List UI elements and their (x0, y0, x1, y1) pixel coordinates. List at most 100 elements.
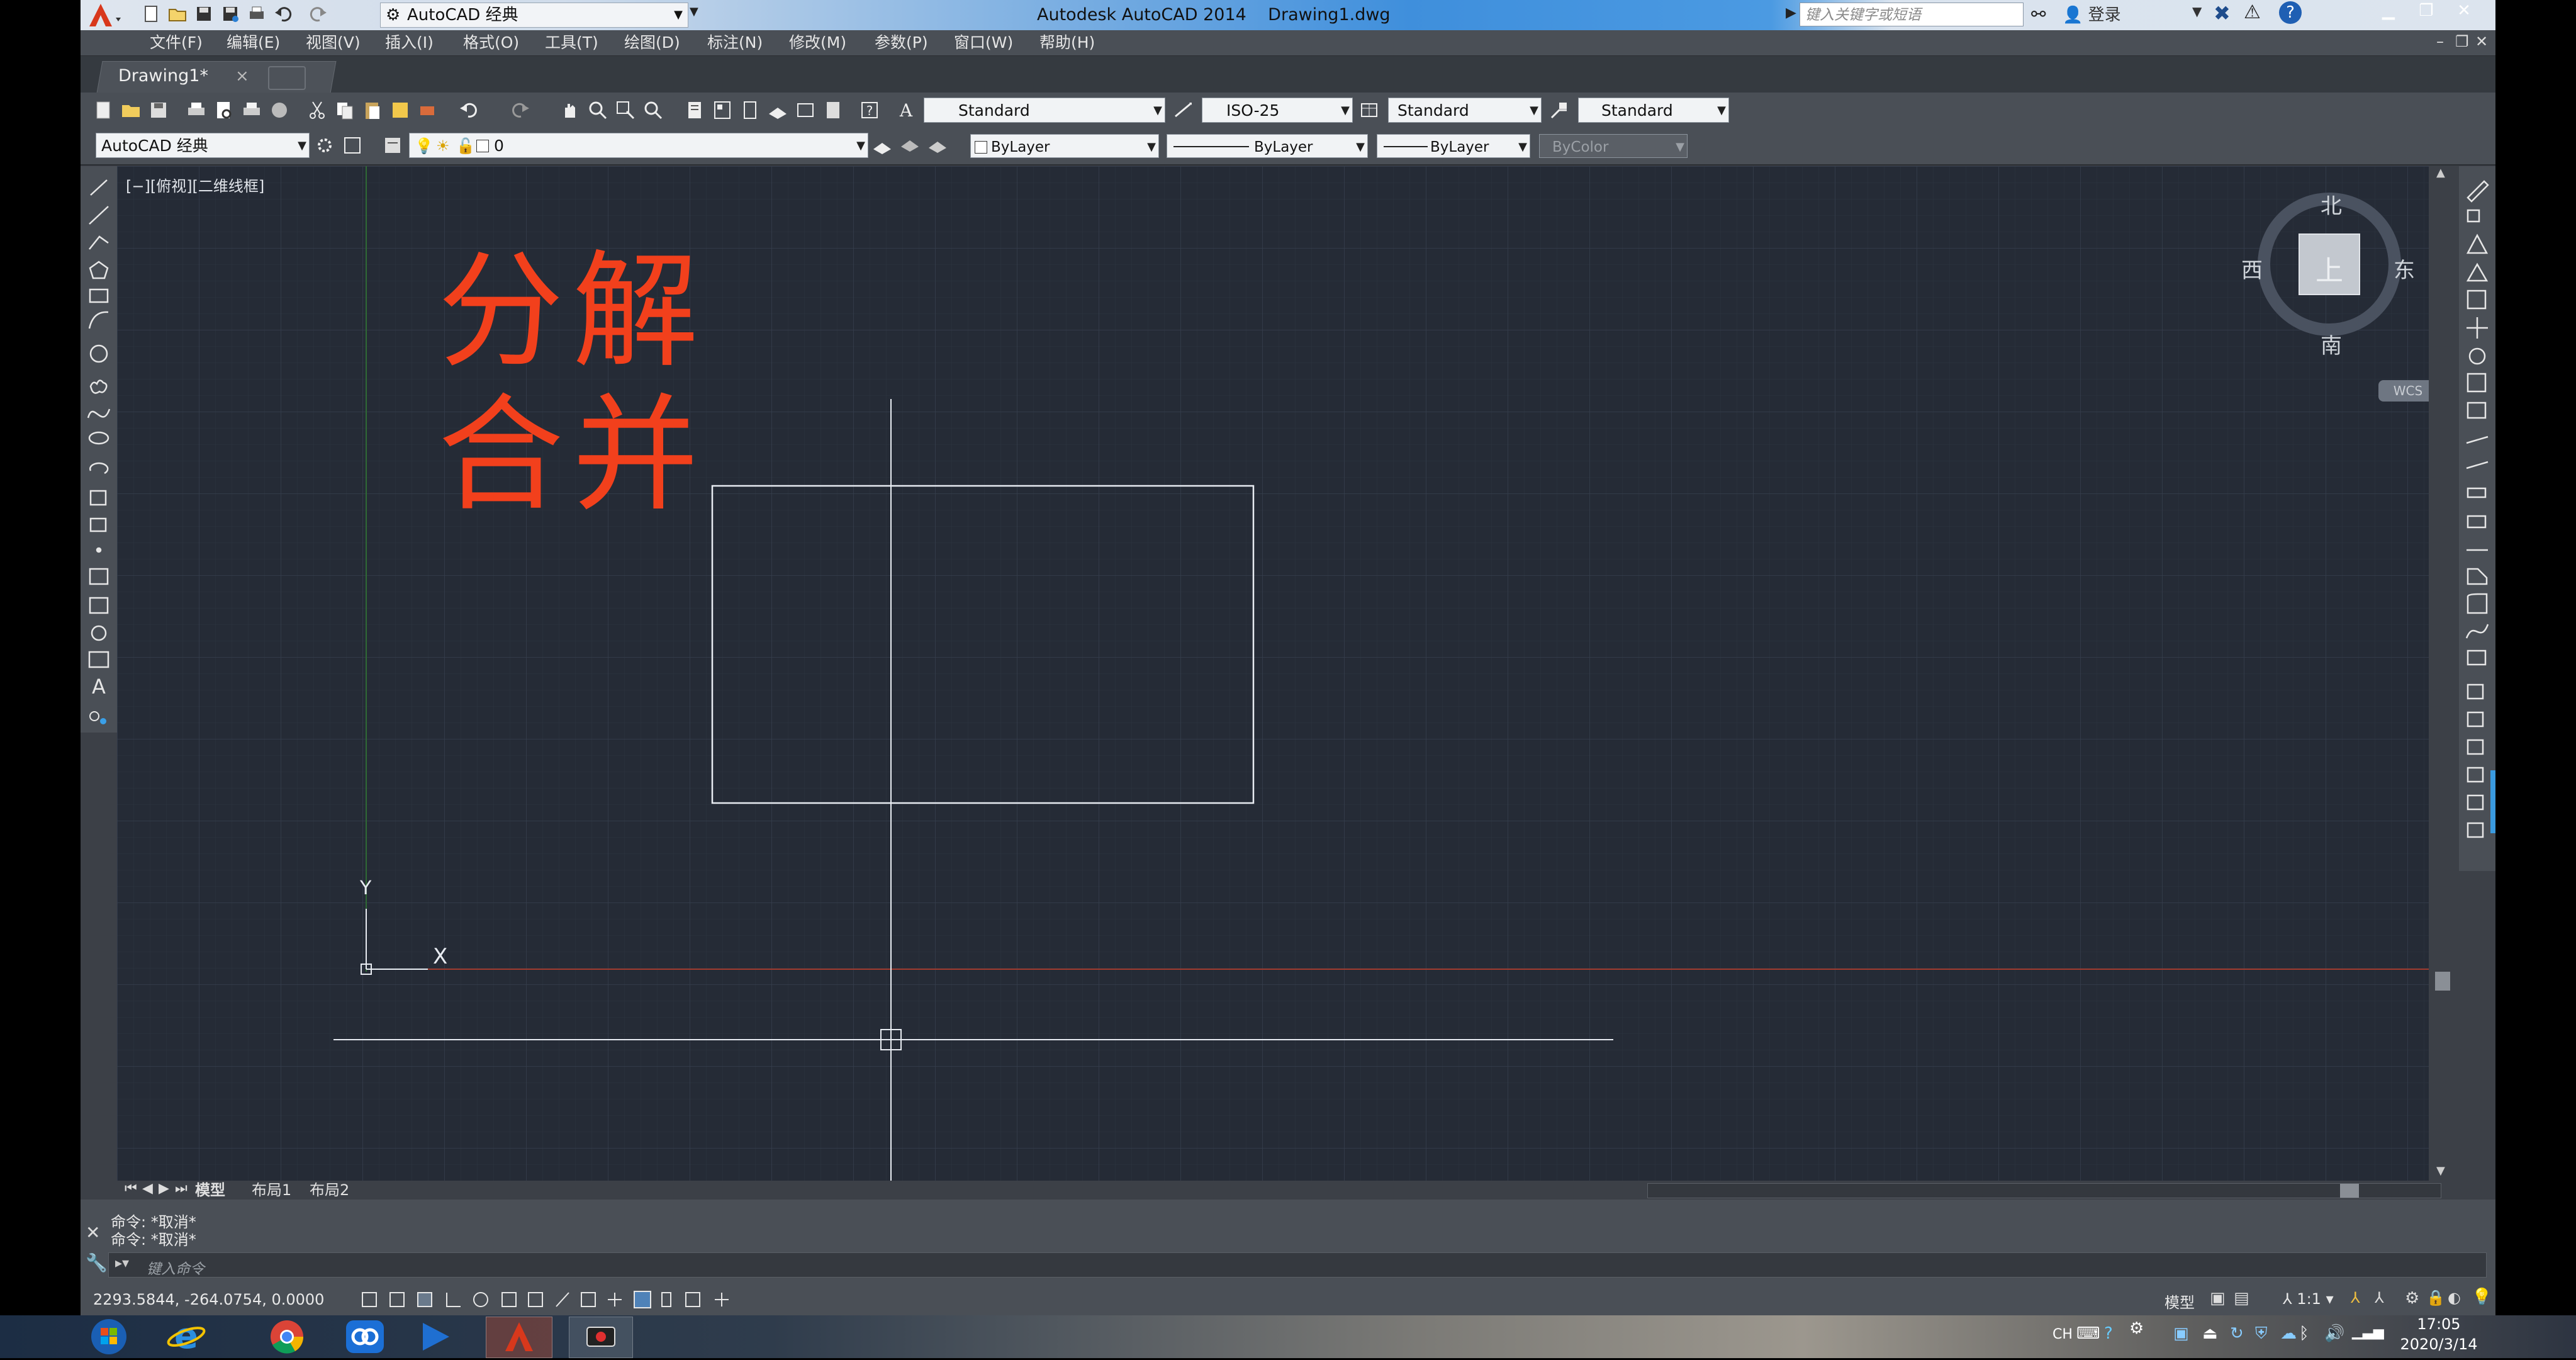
workspace-switch-icon[interactable]: ⚙ (2405, 1289, 2419, 1308)
workspace-toolbar-dropdown[interactable]: AutoCAD 经典 ▼ (96, 133, 310, 158)
search-expand-icon[interactable]: ▶ (1786, 5, 1796, 21)
plot-preview-icon[interactable] (213, 99, 235, 121)
chrome-icon[interactable] (262, 1317, 312, 1357)
menu-view[interactable]: 视图(V) (306, 30, 361, 55)
minimize-button[interactable]: ▁ (2371, 0, 2406, 23)
new-tab-button[interactable] (268, 66, 306, 90)
scroll-down-icon[interactable]: ▼ (2436, 1164, 2445, 1177)
undo-icon[interactable] (273, 4, 293, 24)
compass-west[interactable]: 西 (2241, 253, 2263, 284)
workspace-settings-icon[interactable] (313, 134, 336, 157)
tool-palettes-icon[interactable] (739, 99, 761, 121)
model-space-toggle[interactable]: 模型 (2164, 1290, 2195, 1312)
hardware-accel-icon[interactable]: ◐ (2448, 1289, 2461, 1307)
menu-format[interactable]: 格式(O) (463, 30, 519, 55)
signal-icon[interactable]: ▁▃▅ (2352, 1324, 2384, 1340)
table-style-dropdown[interactable]: Standard ▼ (1388, 98, 1542, 123)
network-device-icon[interactable]: ▣ (2173, 1324, 2189, 1343)
sign-in-button[interactable]: 👤 登录 (2063, 3, 2121, 28)
start-orb[interactable] (88, 1317, 130, 1358)
viewcube[interactable]: 北 南 东 西 上 (2241, 189, 2415, 359)
input-language[interactable]: CH (2052, 1327, 2073, 1342)
close-button[interactable]: ✕ (2446, 0, 2482, 23)
menu-help[interactable]: 帮助(H) (1039, 30, 1095, 55)
toolbar-lock-icon[interactable]: 🔒 (2426, 1289, 2445, 1307)
cut-icon[interactable] (306, 99, 328, 121)
zoom-window-icon[interactable] (614, 99, 637, 121)
tab-close-icon[interactable]: × (235, 64, 249, 89)
3d-print-icon[interactable] (268, 99, 291, 121)
command-prompt-icon[interactable]: ▸▾ (115, 1256, 129, 1271)
clock-time[interactable]: 17:05 (2395, 1315, 2483, 1333)
customize-icon[interactable] (341, 134, 364, 157)
volume-icon[interactable]: 🔊 (2324, 1324, 2344, 1343)
cloud-icon[interactable]: ☁ (2280, 1324, 2297, 1343)
zoom-previous-icon[interactable] (642, 99, 664, 121)
help-toolbar-icon[interactable]: ? (858, 99, 881, 121)
wrench-icon[interactable]: 🔧 (86, 1252, 108, 1273)
horizontal-scroll-track[interactable] (1647, 1183, 2441, 1198)
update-icon[interactable]: ↻ (2230, 1324, 2244, 1343)
open-file-icon[interactable] (167, 4, 188, 24)
first-layout-icon[interactable]: ⏮ (125, 1181, 137, 1196)
mleader-style-icon[interactable] (1548, 99, 1571, 121)
tab-layout1[interactable]: 布局1 (252, 1182, 291, 1198)
save-toolbar-icon[interactable] (147, 99, 170, 121)
compass-east[interactable]: 东 (2394, 253, 2415, 284)
coordinate-readout[interactable]: 2293.5844, -264.0754, 0.0000 (93, 1290, 324, 1309)
zoom-realtime-icon[interactable] (586, 99, 609, 121)
menu-edit[interactable]: 编辑(E) (227, 30, 280, 55)
menu-window[interactable]: 窗口(W) (954, 30, 1013, 55)
table-style-icon[interactable] (1358, 99, 1380, 121)
help-icon[interactable]: ? (2279, 1, 2302, 24)
mleader-style-dropdown[interactable]: Standard ▼ (1578, 98, 1729, 123)
next-layout-icon[interactable]: ▶ (159, 1181, 169, 1196)
properties-icon[interactable] (683, 99, 706, 121)
quickcalc-icon[interactable] (822, 99, 844, 121)
model-space-canvas[interactable]: [−][俯视][二维线框] Y X 分解 合并 北 南 东 西 上 WCS (117, 166, 2429, 1181)
quick-view-drawings-icon[interactable]: ▤ (2234, 1289, 2249, 1308)
dim-style-dropdown[interactable]: ISO-25 ▼ (1202, 98, 1353, 123)
prev-layout-icon[interactable]: ◀ (142, 1181, 153, 1196)
doc-restore-icon[interactable]: ❐ (2455, 33, 2469, 50)
make-current-layer-icon[interactable] (871, 134, 893, 157)
auto-scale-icon[interactable]: ⅄ (2375, 1289, 2384, 1307)
compass-south[interactable]: 南 (2321, 329, 2342, 359)
text-style-icon[interactable]: A (895, 99, 917, 121)
autocad-taskbar-icon[interactable] (486, 1317, 552, 1358)
doc-close-icon[interactable]: ✕ (2475, 33, 2488, 50)
redo-icon[interactable] (308, 4, 328, 24)
color-dropdown[interactable]: ByLayer ▼ (970, 134, 1159, 158)
tab-layout2[interactable]: 布局2 (310, 1182, 349, 1198)
layer-dropdown[interactable]: 💡 ☀ 🔓 0 ▼ (409, 133, 868, 158)
last-layout-icon[interactable]: ⏭ (175, 1181, 188, 1196)
wcs-menu[interactable]: WCS (2378, 380, 2429, 402)
scroll-up-icon[interactable]: ▲ (2436, 166, 2445, 179)
design-center-icon[interactable] (711, 99, 734, 121)
isolate-objects-icon[interactable]: 💡 (2472, 1288, 2492, 1307)
menu-dimension[interactable]: 标注(N) (707, 30, 763, 55)
menu-insert[interactable]: 插入(I) (385, 30, 434, 55)
keyboard-icon[interactable]: ⌨ (2076, 1324, 2100, 1343)
copy-icon[interactable] (333, 99, 356, 121)
dim-style-icon[interactable] (1172, 99, 1194, 121)
media-player-icon[interactable] (410, 1317, 461, 1357)
workspace-dropdown[interactable]: ⚙ AutoCAD 经典 ▼ (380, 3, 688, 28)
save-icon[interactable] (194, 4, 214, 24)
sign-in-dropdown-icon[interactable]: ▼ (2192, 4, 2202, 19)
layer-properties-icon[interactable] (381, 134, 404, 157)
exchange-apps-icon[interactable]: ✖ (2214, 1, 2231, 25)
customize-quick-access-icon[interactable]: ▼ (690, 5, 698, 18)
save-as-icon[interactable] (220, 4, 240, 24)
vertical-scrollbar[interactable]: ▲ ▼ (2430, 166, 2456, 1181)
restore-button[interactable]: ❐ (2409, 0, 2444, 23)
clock-date[interactable]: 2020/3/14 (2395, 1335, 2483, 1353)
undo-toolbar-icon[interactable] (458, 99, 481, 121)
paste-icon[interactable] (361, 99, 384, 121)
shield-icon[interactable]: ⛨ (2255, 1324, 2268, 1344)
open-icon[interactable] (120, 99, 142, 121)
screen-recorder-icon[interactable] (569, 1317, 633, 1358)
help-tray-icon[interactable]: ? (2104, 1324, 2113, 1343)
lineweight-dropdown[interactable]: ByLayer ▼ (1377, 134, 1530, 158)
viewcube-top-face[interactable]: 上 (2316, 248, 2343, 288)
